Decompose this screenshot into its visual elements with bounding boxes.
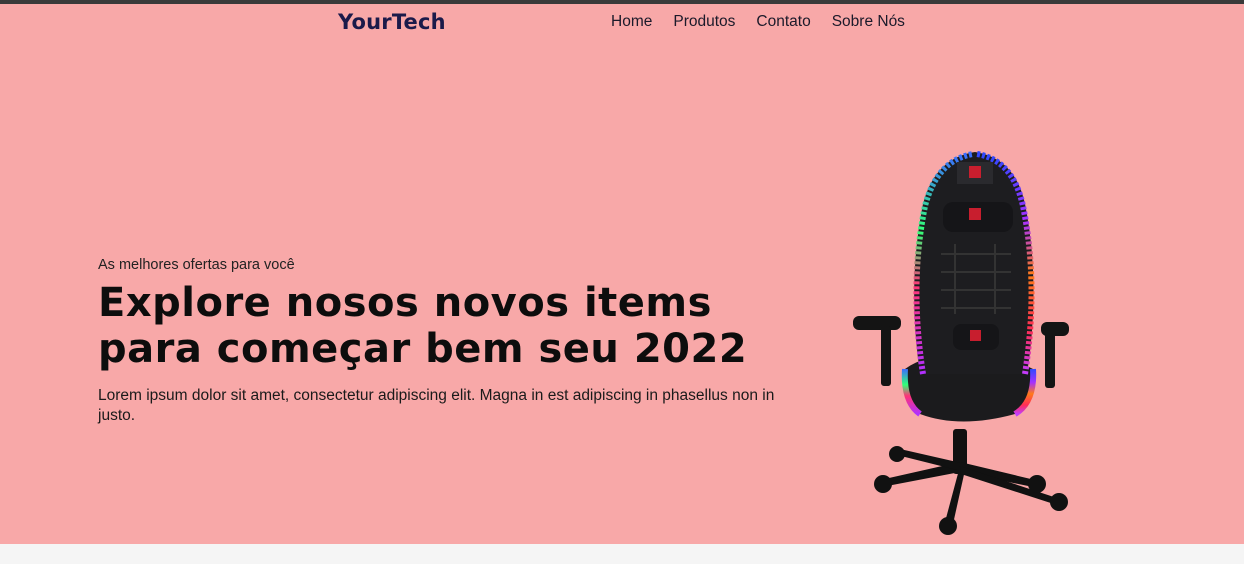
nav-link-sobre-nos[interactable]: Sobre Nós (832, 13, 905, 31)
hero-eyebrow: As melhores ofertas para você (98, 257, 295, 273)
page-bottom (0, 544, 1244, 564)
nav-link-contato[interactable]: Contato (756, 13, 810, 31)
brand-logo[interactable]: YourTech (338, 10, 446, 34)
hero-headline: Explore nosos novos items para começar b… (98, 280, 748, 372)
nav-link-produtos[interactable]: Produtos (673, 13, 735, 31)
nav-link-home[interactable]: Home (611, 13, 652, 31)
gaming-chair-image (853, 151, 1069, 535)
main-nav: Home Produtos Contato Sobre Nós (611, 13, 905, 31)
hero-section: YourTech Home Produtos Contato Sobre Nós… (0, 4, 1244, 544)
hero-description: Lorem ipsum dolor sit amet, consectetur … (98, 387, 775, 424)
